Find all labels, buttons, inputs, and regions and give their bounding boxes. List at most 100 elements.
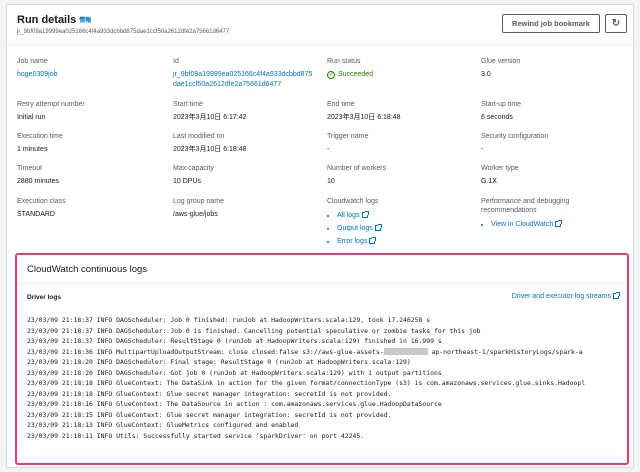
field-perf-debug: Performance and debugging recommendation… bbox=[481, 197, 631, 231]
log-line: 23/03/09 21:18:37 INFO DAGScheduler: Res… bbox=[27, 337, 442, 345]
redacted-block bbox=[383, 348, 428, 355]
all-logs-link[interactable]: All logs bbox=[337, 209, 477, 222]
error-logs-link[interactable]: Error logs bbox=[337, 235, 477, 248]
retry-label: Retry attempt number bbox=[17, 101, 85, 108]
field-startup-time: Start-up time 6 seconds bbox=[481, 100, 631, 123]
field-worker-type: Worker type G.1X bbox=[481, 164, 631, 187]
log-line: 23/03/09 21:18:11 INFO Utils: Successful… bbox=[27, 431, 365, 440]
driver-logs-label: Driver logs bbox=[27, 294, 61, 301]
startup-time-value: 6 seconds bbox=[481, 114, 513, 121]
run-status-text: Succeeded bbox=[338, 71, 374, 78]
last-modified-label: Last modified on bbox=[173, 133, 225, 140]
execution-time-label: Execution time bbox=[17, 133, 63, 140]
glue-version-value: 3.0 bbox=[481, 71, 491, 78]
start-time-value: 2023年3月10日 6:17:42 bbox=[173, 114, 247, 121]
field-end-time: End time 2023年3月10日 6:18:48 bbox=[327, 100, 477, 123]
log-line: 23/03/09 21:18:36 INFO MultipartUploadOu… bbox=[27, 347, 619, 358]
field-max-capacity: Max capacity 10 DPUs bbox=[173, 164, 323, 187]
run-status-value: ✓ Succeeded bbox=[327, 70, 477, 80]
timeout-label: Timeout bbox=[17, 165, 43, 172]
log-line: 23/03/09 21:18:18 INFO GlueContext: The … bbox=[27, 379, 586, 387]
retry-value: Initial run bbox=[17, 114, 46, 121]
output-logs-text: Output logs bbox=[337, 225, 373, 232]
log-group-value: /aws-glue/jobs bbox=[173, 211, 218, 218]
field-id: Id jr_9bf09a19999ea025166c4f4a933dcbbd87… bbox=[173, 57, 323, 90]
external-link-icon bbox=[369, 237, 377, 244]
field-run-status: Run status ✓ Succeeded bbox=[327, 57, 477, 80]
run-details-panel: Run details 情報 jr_9bf09a19999ea025166c4f4… bbox=[6, 4, 634, 468]
perf-debug-list: View in CloudWatch bbox=[481, 218, 631, 231]
field-last-modified: Last modified on 2023年3月10日 6:18:48 bbox=[173, 132, 323, 155]
external-link-icon bbox=[555, 220, 563, 227]
refresh-button[interactable]: ↻ bbox=[605, 14, 627, 33]
id-value-line-1: jr_9bf09a19999ea025166c4f4a933dcbbd875 bbox=[173, 71, 313, 78]
driver-executor-log-streams-text: Driver and executor log streams bbox=[511, 293, 611, 300]
log-line-text: 23/03/09 21:18:36 INFO MultipartUploadOu… bbox=[27, 347, 384, 356]
id-value[interactable]: jr_9bf09a19999ea025166c4f4a933dcbbd875 d… bbox=[173, 70, 323, 90]
view-in-cloudwatch-text: View in CloudWatch bbox=[491, 221, 554, 228]
cloudwatch-logs-list: All logs Output logs Error logs bbox=[327, 209, 477, 248]
field-log-group: Log group name /aws-glue/jobs bbox=[173, 197, 323, 220]
log-group-label: Log group name bbox=[173, 198, 224, 205]
divider bbox=[17, 283, 627, 284]
max-capacity-value: 10 DPUs bbox=[173, 178, 202, 185]
job-name-link[interactable]: hoge0309job bbox=[17, 70, 167, 80]
page-title-text: Run details bbox=[17, 14, 77, 26]
field-timeout: Timeout 2880 minutes bbox=[17, 164, 167, 187]
field-security-config: Security configuration - bbox=[481, 132, 631, 155]
timeout-value: 2880 minutes bbox=[17, 178, 60, 185]
log-line: 23/03/09 21:18:16 INFO GlueContext: The … bbox=[27, 400, 442, 408]
job-name-label: Job name bbox=[17, 58, 48, 65]
external-link-icon bbox=[361, 211, 369, 218]
log-output: 23/03/09 21:18:37 INFO DAGScheduler: Job… bbox=[27, 315, 619, 441]
startup-time-label: Start-up time bbox=[481, 101, 522, 108]
field-job-name: Job name hoge0309job bbox=[17, 57, 167, 80]
execution-class-value: STANDARD bbox=[17, 211, 55, 218]
page-title: Run details 情報 bbox=[17, 14, 91, 26]
last-modified-value: 2023年3月10日 6:18:48 bbox=[173, 146, 247, 153]
field-cloudwatch-logs: Cloudwatch logs All logs Output logs Err… bbox=[327, 197, 477, 248]
glue-version-label: Glue version bbox=[481, 58, 521, 65]
log-line-suffix: ap-northeast-1/sparkHistoryLogs/spark-a bbox=[427, 347, 583, 356]
workers-value: 10 bbox=[327, 178, 335, 185]
log-line: 23/03/09 21:18:15 INFO GlueContext: Glue… bbox=[27, 410, 392, 419]
external-link-icon bbox=[374, 224, 382, 231]
cloudwatch-logs-label: Cloudwatch logs bbox=[327, 198, 379, 205]
log-line: 23/03/09 21:18:37 INFO DAGScheduler: Job… bbox=[27, 316, 431, 324]
view-in-cloudwatch-link[interactable]: View in CloudWatch bbox=[491, 218, 631, 231]
cloudwatch-continuous-logs-section: CloudWatch continuous logs Driver logs D… bbox=[15, 253, 629, 465]
driver-executor-log-streams-link[interactable]: Driver and executor log streams bbox=[511, 292, 620, 300]
worker-type-label: Worker type bbox=[481, 165, 519, 172]
output-logs-link[interactable]: Output logs bbox=[337, 222, 477, 235]
workers-label: Number of workers bbox=[327, 165, 387, 172]
perf-debug-label-line-1: Performance and debugging bbox=[481, 198, 570, 205]
field-number-of-workers: Number of workers 10 bbox=[327, 164, 477, 187]
cloudwatch-logs-title: CloudWatch continuous logs bbox=[27, 264, 148, 275]
run-id-subtitle: jr_9bf09a19999ea025166c4f4a933dcbbd875da… bbox=[17, 29, 230, 35]
execution-class-label: Execution class bbox=[17, 198, 66, 205]
field-start-time: Start time 2023年3月10日 6:17:42 bbox=[173, 100, 323, 123]
trigger-name-label: Trigger name bbox=[327, 133, 369, 140]
info-link[interactable]: 情報 bbox=[79, 18, 91, 24]
end-time-value: 2023年3月10日 6:18:48 bbox=[327, 114, 401, 121]
success-check-icon: ✓ bbox=[327, 71, 335, 79]
field-retry-attempt: Retry attempt number Initial run bbox=[17, 100, 167, 123]
perf-debug-label: Performance and debugging recommendation… bbox=[481, 197, 631, 215]
end-time-label: End time bbox=[327, 101, 355, 108]
trigger-name-value: - bbox=[327, 146, 330, 153]
error-logs-text: Error logs bbox=[337, 238, 368, 245]
refresh-icon: ↻ bbox=[611, 18, 621, 29]
all-logs-text: All logs bbox=[337, 212, 360, 219]
log-line: 23/03/09 21:18:20 INFO DAGScheduler: Got… bbox=[27, 368, 442, 377]
log-line: 23/03/09 21:18:20 INFO DAGScheduler: Fin… bbox=[27, 358, 411, 366]
log-line: 23/03/09 21:18:37 INFO DAGScheduler: Job… bbox=[27, 326, 481, 335]
max-capacity-label: Max capacity bbox=[173, 165, 214, 172]
security-config-label: Security configuration bbox=[481, 133, 549, 140]
field-execution-time: Execution time 1 minutes bbox=[17, 132, 167, 155]
log-line: 23/03/09 21:18:18 INFO GlueContext: Glue… bbox=[27, 389, 392, 398]
field-execution-class: Execution class STANDARD bbox=[17, 197, 167, 220]
rewind-job-bookmark-button[interactable]: Rewind job bookmark bbox=[502, 14, 600, 33]
id-value-line-2: dae1ccf50a2612dfe2a75661d6477 bbox=[173, 81, 282, 88]
field-trigger-name: Trigger name - bbox=[327, 132, 477, 155]
run-status-label: Run status bbox=[327, 58, 361, 65]
